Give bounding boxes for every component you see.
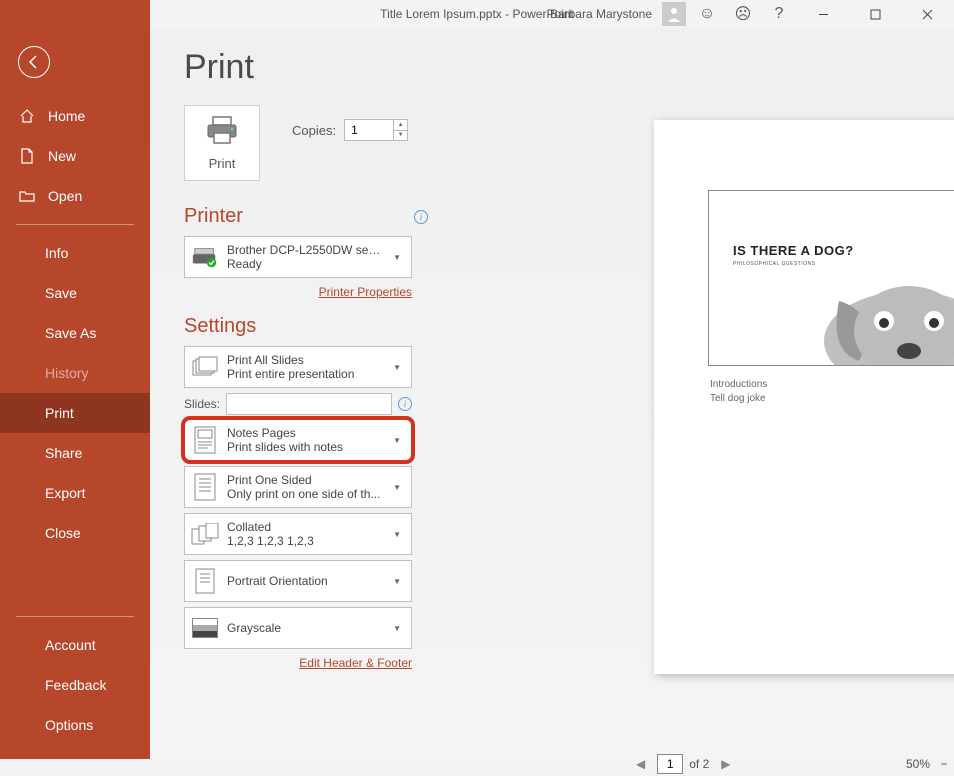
copies-label: Copies:: [292, 123, 336, 138]
sides-dropdown[interactable]: Print One Sided Only print on one side o…: [184, 466, 412, 508]
nav-options[interactable]: Options: [0, 705, 150, 745]
chevron-down-icon: ▼: [389, 363, 405, 372]
preview-page: IS THERE A DOG? PHILOSOPHICAL QUESTIONS …: [654, 120, 954, 674]
preview-footer: ◀ of 2 ▶ 50% − +: [630, 752, 954, 776]
print-settings-column: Print Copies: ▲ ▼ Printer i: [184, 105, 428, 686]
copies-input[interactable]: [345, 120, 393, 140]
portrait-icon: [191, 565, 219, 597]
backstage-sidebar: Home New Open Info Save Save As History …: [0, 0, 150, 759]
printer-status-icon: [191, 241, 219, 273]
preview-slide: IS THERE A DOG? PHILOSOPHICAL QUESTIONS: [708, 190, 954, 366]
nav-open[interactable]: Open: [0, 176, 150, 216]
slides-info-icon[interactable]: i: [398, 397, 412, 411]
dog-image: [799, 261, 954, 366]
help-icon[interactable]: ?: [764, 0, 794, 28]
copies-spinner[interactable]: ▲ ▼: [344, 119, 408, 141]
feedback-smile-icon[interactable]: ☺: [692, 0, 722, 28]
nav-history[interactable]: History: [0, 353, 150, 393]
window-titlebar: Title Lorem Ipsum.pptx - PowerPoint Barb…: [0, 0, 954, 28]
settings-heading: Settings: [184, 315, 256, 338]
user-avatar[interactable]: [662, 2, 686, 26]
nav-export[interactable]: Export: [0, 473, 150, 513]
prev-page-button[interactable]: ◀: [630, 757, 651, 771]
chevron-down-icon: ▼: [389, 483, 405, 492]
current-page-input[interactable]: [657, 754, 683, 774]
nav-close[interactable]: Close: [0, 513, 150, 553]
print-range-dropdown[interactable]: Print All Slides Print entire presentati…: [184, 346, 412, 388]
page-count-label: of 2: [689, 757, 709, 771]
nav-label: Home: [48, 108, 85, 124]
slides-stack-icon: [191, 351, 219, 383]
nav-share[interactable]: Share: [0, 433, 150, 473]
nav-account[interactable]: Account: [0, 625, 150, 665]
layout-dropdown[interactable]: Notes Pages Print slides with notes ▼: [184, 419, 412, 461]
collation-dropdown[interactable]: Collated 1,2,3 1,2,3 1,2,3 ▼: [184, 513, 412, 555]
printer-name: Brother DCP-L2550DW serie...: [227, 243, 381, 257]
printer-info-icon[interactable]: i: [414, 210, 428, 224]
nav-label: Open: [48, 188, 82, 204]
preview-notes: Introductions Tell dog joke: [710, 378, 767, 406]
slide-title: IS THERE A DOG?: [733, 243, 854, 258]
printer-dropdown[interactable]: Brother DCP-L2550DW serie... Ready ▼: [184, 236, 412, 278]
window-minimize-button[interactable]: [800, 0, 846, 28]
one-sided-icon: [191, 471, 219, 503]
print-button[interactable]: Print: [184, 105, 260, 181]
window-close-button[interactable]: [904, 0, 950, 28]
collated-icon: [191, 518, 219, 550]
copies-down-button[interactable]: ▼: [394, 131, 407, 141]
copies-up-button[interactable]: ▲: [394, 120, 407, 131]
user-name[interactable]: Barbara Marystone: [550, 7, 652, 21]
page-title: Print: [150, 28, 954, 105]
print-preview: IS THERE A DOG? PHILOSOPHICAL QUESTIONS …: [630, 120, 954, 720]
window-maximize-button[interactable]: [852, 0, 898, 28]
backstage-main: Print Print Copies: ▲ ▼: [150, 28, 954, 759]
slides-range-label: Slides:: [184, 397, 220, 411]
grayscale-icon: [191, 612, 219, 644]
nav-info[interactable]: Info: [0, 233, 150, 273]
zoom-percent: 50%: [906, 757, 930, 771]
printer-heading: Printer: [184, 205, 243, 228]
edit-header-footer-link[interactable]: Edit Header & Footer: [299, 656, 412, 670]
home-icon: [18, 107, 36, 125]
chevron-down-icon: ▼: [389, 436, 405, 445]
nav-save[interactable]: Save: [0, 273, 150, 313]
zoom-out-button[interactable]: −: [936, 756, 952, 772]
nav-new[interactable]: New: [0, 136, 150, 176]
printer-status: Ready: [227, 257, 381, 271]
back-button[interactable]: [18, 46, 50, 78]
orientation-dropdown[interactable]: Portrait Orientation ▼: [184, 560, 412, 602]
nav-print[interactable]: Print: [0, 393, 150, 433]
color-dropdown[interactable]: Grayscale ▼: [184, 607, 412, 649]
chevron-down-icon: ▼: [389, 253, 405, 262]
printer-properties-link[interactable]: Printer Properties: [319, 285, 412, 299]
slides-range-input[interactable]: [226, 393, 392, 415]
nav-home[interactable]: Home: [0, 96, 150, 136]
print-button-label: Print: [209, 156, 236, 171]
chevron-down-icon: ▼: [389, 577, 405, 586]
notes-page-icon: [191, 424, 219, 456]
feedback-frown-icon[interactable]: ☹: [728, 0, 758, 28]
new-doc-icon: [18, 147, 36, 165]
sidebar-divider: [16, 224, 134, 225]
printer-icon: [204, 115, 240, 150]
nav-feedback[interactable]: Feedback: [0, 665, 150, 705]
nav-save-as[interactable]: Save As: [0, 313, 150, 353]
document-title: Title Lorem Ipsum.pptx - PowerPoint: [380, 7, 574, 21]
open-folder-icon: [18, 187, 36, 205]
chevron-down-icon: ▼: [389, 530, 405, 539]
chevron-down-icon: ▼: [389, 624, 405, 633]
next-page-button[interactable]: ▶: [715, 757, 736, 771]
sidebar-divider: [16, 616, 134, 617]
nav-label: New: [48, 148, 76, 164]
